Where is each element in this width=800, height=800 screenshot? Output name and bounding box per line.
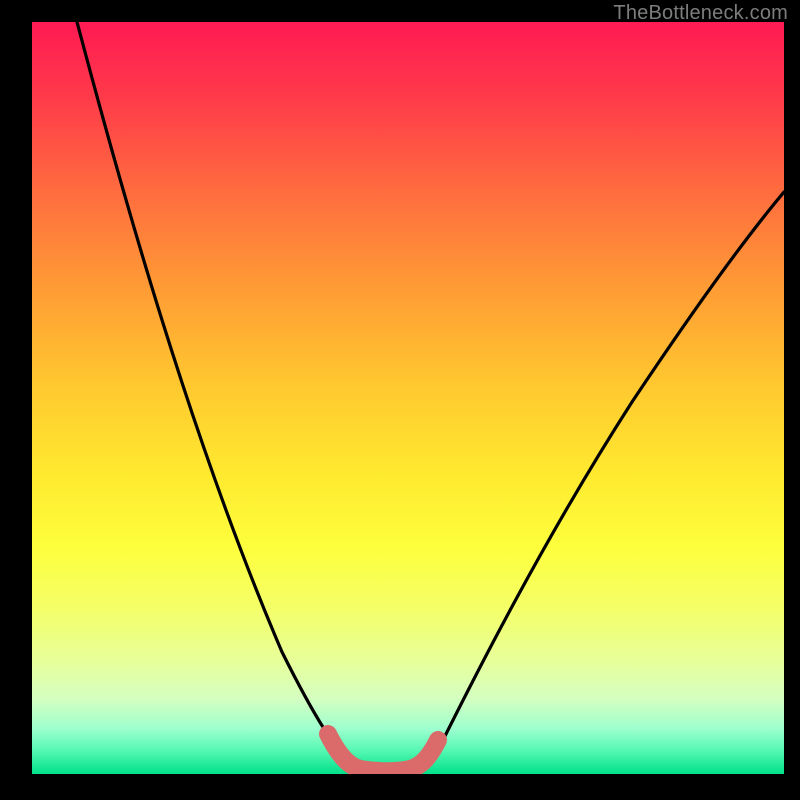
chart-frame: TheBottleneck.com: [0, 0, 800, 800]
bottleneck-curve: [32, 22, 784, 774]
plot-area: [32, 22, 784, 774]
min-highlight: [328, 734, 438, 771]
curve-path: [77, 22, 784, 770]
